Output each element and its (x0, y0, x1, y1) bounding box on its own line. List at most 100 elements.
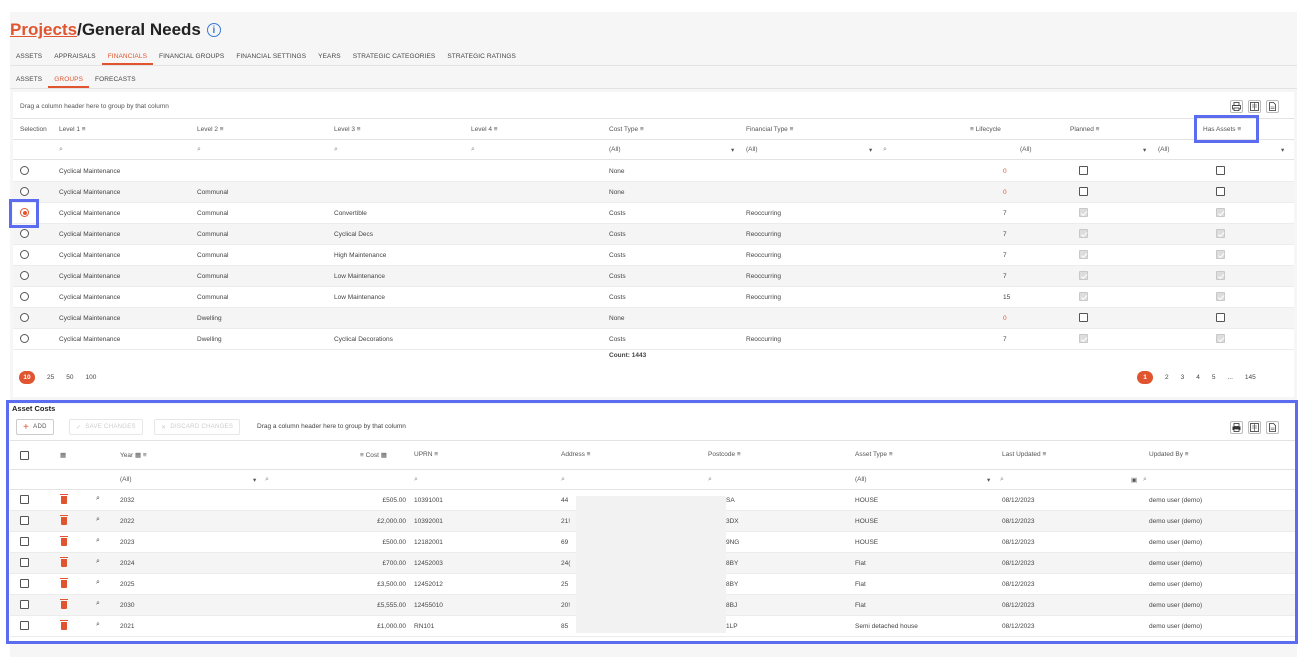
has-assets-checkbox[interactable] (1216, 166, 1225, 175)
row-count: Count: 1443 (609, 352, 647, 359)
col-level2-label: Level 2 (197, 126, 218, 133)
tab-appraisals[interactable]: APPRAISALS (48, 49, 101, 65)
has-assets-checkbox[interactable] (1216, 271, 1225, 280)
page-number[interactable]: 145 (1245, 374, 1256, 381)
chevron-down-icon[interactable]: ▾ (869, 146, 872, 154)
page-size-selector: 10 25 50 100 (19, 369, 108, 385)
planned-checkbox[interactable] (1079, 292, 1088, 301)
cell-level2: Communal (197, 189, 229, 196)
has-assets-checkbox[interactable] (1216, 208, 1225, 217)
filter-cost-type[interactable]: (All) (609, 146, 621, 153)
table-row[interactable]: Cyclical Maintenance Communal None 0 (13, 182, 1294, 203)
col-level4-label: Level 4 (471, 126, 492, 133)
tab-years[interactable]: YEARS (312, 49, 347, 65)
filter-lifecycle-search-icon[interactable]: ⌕ (883, 146, 887, 154)
planned-checkbox[interactable] (1079, 166, 1088, 175)
export-pdf-icon[interactable] (1266, 100, 1279, 113)
sub-tabs: ASSETS GROUPS FORECASTS (10, 72, 1297, 89)
chevron-down-icon[interactable]: ▾ (1143, 146, 1146, 154)
col-lifecycle[interactable]: ≡ Lifecycle (970, 126, 1001, 133)
table-row[interactable]: Cyclical Maintenance Dwelling None 0 (13, 308, 1294, 329)
has-assets-checkbox[interactable] (1216, 229, 1225, 238)
cell-level1: Cyclical Maintenance (59, 189, 121, 196)
planned-checkbox[interactable] (1079, 229, 1088, 238)
col-selection[interactable]: Selection (20, 126, 47, 133)
cell-level3: Cyclical Decorations (334, 336, 393, 343)
table-row[interactable]: Cyclical Maintenance Communal Convertible C… (13, 203, 1294, 224)
planned-checkbox[interactable] (1079, 271, 1088, 280)
tab-strategic-ratings[interactable]: STRATEGIC RATINGS (441, 49, 522, 65)
table-row[interactable]: Cyclical Maintenance Communal Low Maintena… (13, 287, 1294, 308)
cell-level2: Dwelling (197, 315, 222, 322)
has-assets-checkbox[interactable] (1216, 250, 1225, 259)
table-row[interactable]: Cyclical Maintenance Communal High Mainten… (13, 245, 1294, 266)
row-select-radio[interactable] (20, 313, 29, 322)
page-size-option[interactable]: 50 (66, 374, 73, 381)
pagination: 1 2 3 4 5... 145 (1137, 369, 1268, 385)
table-row[interactable]: Cyclical Maintenance Dwelling Cyclical Dec… (13, 329, 1294, 350)
tab-financial-settings[interactable]: FINANCIAL SETTINGS (230, 49, 312, 65)
filter-level1-search-icon[interactable]: ⌕ (59, 146, 63, 154)
page-size-option[interactable]: 100 (85, 374, 96, 381)
col-level4[interactable]: Level 4 ≡ (471, 126, 498, 133)
page-size-option[interactable]: 25 (47, 374, 54, 381)
table-row[interactable]: Cyclical Maintenance Communal Cyclical Dec… (13, 224, 1294, 245)
subtab-forecasts[interactable]: FORECASTS (89, 72, 142, 88)
col-cost-type[interactable]: Cost Type ≡ (609, 126, 644, 133)
row-select-radio[interactable] (20, 271, 29, 280)
planned-checkbox[interactable] (1079, 250, 1088, 259)
filter-financial-type[interactable]: (All) (746, 146, 758, 153)
has-assets-checkbox[interactable] (1216, 313, 1225, 322)
tab-assets[interactable]: ASSETS (10, 49, 48, 65)
cell-lifecycle: 15 (1003, 294, 1011, 301)
filter-level4-search-icon[interactable]: ⌕ (471, 146, 475, 154)
page-number[interactable]: 5 (1212, 374, 1216, 381)
subtab-groups[interactable]: GROUPS (48, 72, 90, 88)
breadcrumb-projects[interactable]: Projects (10, 20, 77, 40)
page-title: Projects / General Needs i (10, 20, 221, 40)
info-icon[interactable]: i (206, 23, 221, 37)
row-select-radio[interactable] (20, 250, 29, 259)
groups-filter-row: ⌕ ⌕ ⌕ ⌕ (All) ▾ (All) ▾ ⌕ (All) ▾ (All) … (13, 140, 1294, 160)
print-icon[interactable] (1230, 100, 1243, 113)
table-row[interactable]: Cyclical Maintenance None 0 (13, 161, 1294, 182)
row-select-radio[interactable] (20, 334, 29, 343)
filter-level2-search-icon[interactable]: ⌕ (197, 146, 201, 154)
filter-has-assets[interactable]: (All) (1158, 146, 1170, 153)
col-financial-type[interactable]: Financial Type ≡ (746, 126, 793, 133)
cell-lifecycle: 7 (1003, 273, 1007, 280)
filter-level3-search-icon[interactable]: ⌕ (334, 146, 338, 154)
has-assets-checkbox[interactable] (1216, 334, 1225, 343)
subtab-assets[interactable]: ASSETS (10, 72, 48, 88)
export-excel-icon[interactable] (1248, 100, 1261, 113)
cell-cost-type: Costs (609, 294, 626, 301)
chevron-down-icon[interactable]: ▾ (731, 146, 734, 154)
chevron-down-icon[interactable]: ▾ (1281, 146, 1284, 154)
col-level2[interactable]: Level 2 ≡ (197, 126, 224, 133)
planned-checkbox[interactable] (1079, 334, 1088, 343)
planned-checkbox[interactable] (1079, 187, 1088, 196)
row-select-radio[interactable] (20, 292, 29, 301)
col-level3[interactable]: Level 3 ≡ (334, 126, 361, 133)
page-number[interactable]: 3 (1181, 374, 1185, 381)
table-row[interactable]: Cyclical Maintenance Communal Low Maintena… (13, 266, 1294, 287)
has-assets-checkbox[interactable] (1216, 187, 1225, 196)
planned-checkbox[interactable] (1079, 208, 1088, 217)
page-size-option[interactable]: 10 (19, 370, 35, 384)
col-planned[interactable]: Planned ≡ (1070, 126, 1099, 133)
planned-checkbox[interactable] (1079, 313, 1088, 322)
tab-financial-groups[interactable]: FINANCIAL GROUPS (153, 49, 230, 65)
page-number[interactable]: 4 (1196, 374, 1200, 381)
col-level1[interactable]: Level 1 ≡ (59, 126, 86, 133)
row-select-radio[interactable] (20, 229, 29, 238)
tab-strategic-categories[interactable]: STRATEGIC CATEGORIES (347, 49, 442, 65)
page-number[interactable]: 2 (1165, 374, 1169, 381)
row-select-radio[interactable] (20, 187, 29, 196)
page-number[interactable]: 1 (1137, 370, 1153, 384)
row-select-radio[interactable] (20, 166, 29, 175)
cell-level3: Low Maintenance (334, 273, 385, 280)
has-assets-checkbox[interactable] (1216, 292, 1225, 301)
cell-level3: Convertible (334, 210, 367, 217)
filter-planned[interactable]: (All) (1020, 146, 1032, 153)
tab-financials[interactable]: FINANCIALS (101, 49, 154, 65)
